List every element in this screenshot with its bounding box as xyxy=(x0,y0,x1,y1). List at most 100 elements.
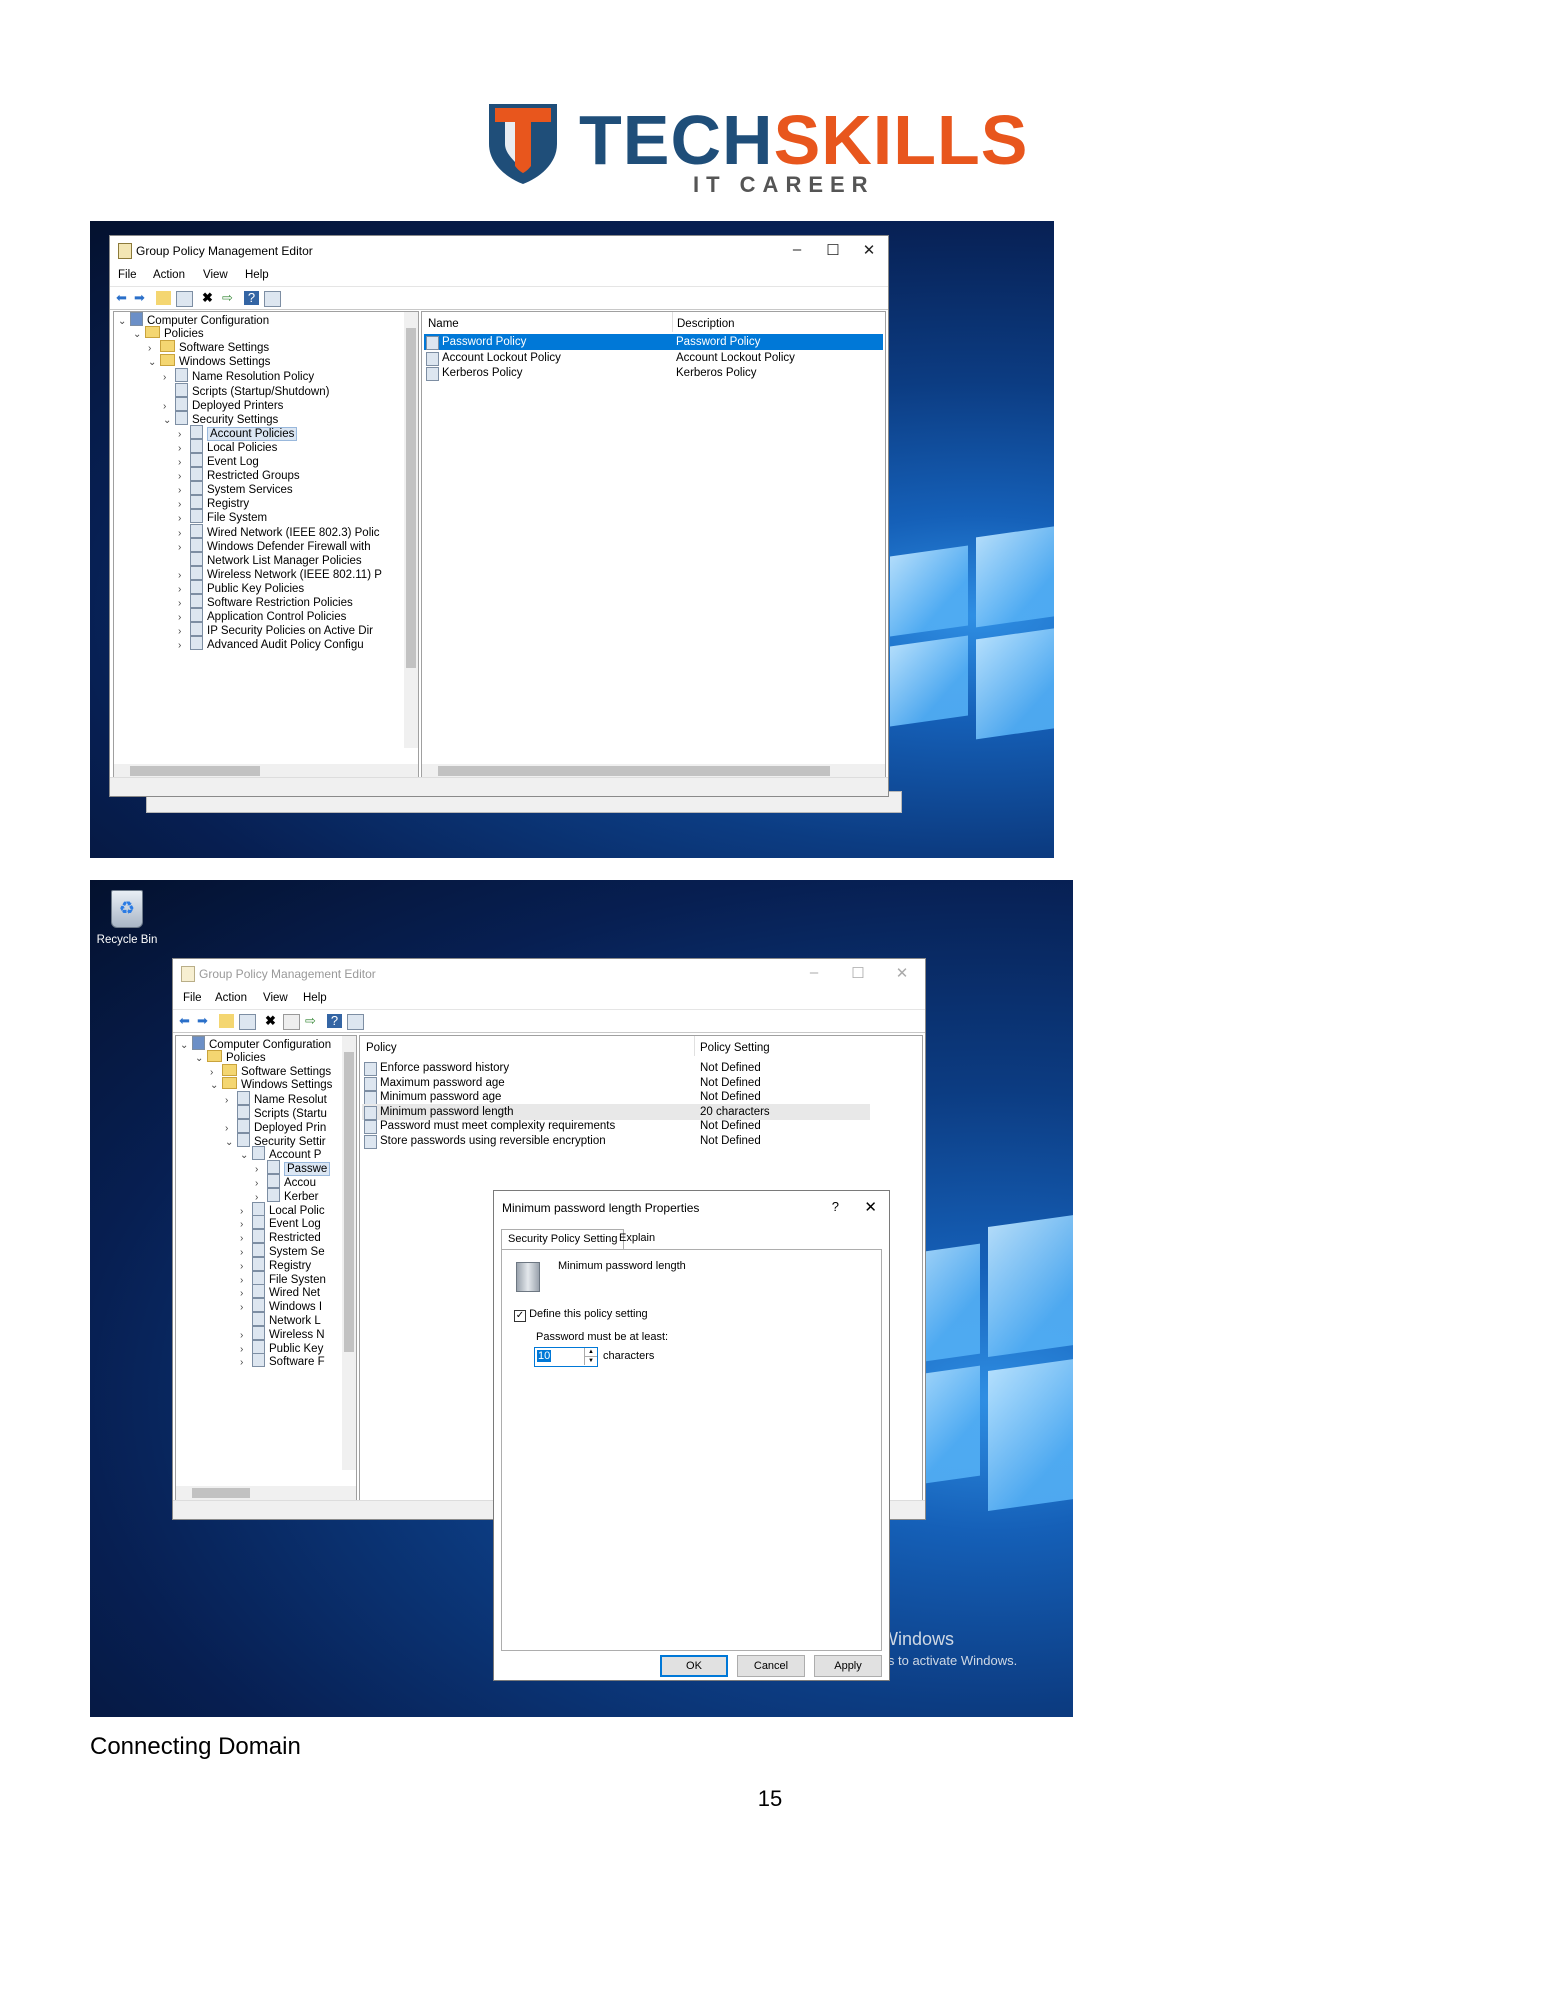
help-icon[interactable]: ? xyxy=(244,291,259,305)
list-horizontal-scrollbar[interactable] xyxy=(422,764,885,778)
define-policy-checkbox-row[interactable]: ✓ Define this policy setting xyxy=(514,1308,648,1322)
close-button[interactable]: ✕ xyxy=(854,241,884,259)
list-row[interactable]: Kerberos Policy Kerberos Policy xyxy=(424,365,883,381)
policy-node-icon xyxy=(190,523,203,538)
minimize-button[interactable]: – xyxy=(799,964,829,981)
menu-file[interactable]: File xyxy=(118,269,137,281)
cancel-button[interactable]: Cancel xyxy=(737,1655,805,1677)
filter-icon[interactable] xyxy=(347,1014,364,1030)
folder-icon xyxy=(160,340,175,353)
back-arrow-icon[interactable]: ⬅ xyxy=(177,1014,192,1028)
desktop-screenshot-1: Group Policy Management Editor – ☐ ✕ Fil… xyxy=(90,221,1054,858)
help-icon[interactable]: ? xyxy=(327,1014,342,1028)
tab-security-policy-setting[interactable]: Security Policy Setting xyxy=(501,1229,625,1249)
tree-expander-icon[interactable]: ⌄ xyxy=(118,314,130,330)
policy-node-icon xyxy=(190,551,203,566)
field-label: Password must be at least: xyxy=(536,1331,669,1343)
tree-expander-icon[interactable]: ⌄ xyxy=(225,1135,237,1151)
policy-item-icon xyxy=(426,367,439,381)
back-arrow-icon[interactable]: ⬅ xyxy=(114,291,129,305)
password-length-value[interactable]: 10 xyxy=(537,1350,552,1362)
policy-node-icon xyxy=(252,1353,265,1368)
forward-arrow-icon[interactable]: ➡ xyxy=(132,291,147,305)
list-row[interactable]: Account Lockout Policy Account Lockout Po… xyxy=(424,350,883,366)
tree-expander-icon[interactable]: ⌄ xyxy=(163,413,175,429)
maximize-button[interactable]: ☐ xyxy=(818,241,848,259)
password-length-spinbox[interactable]: 10 ▲ ▼ xyxy=(534,1347,598,1367)
tree-node[interactable]: › Advanced Audit Policy Configu xyxy=(178,636,364,652)
export-list-icon[interactable]: ⇨ xyxy=(220,291,235,305)
toolbar: ⬅ ➡ ✖ ⇨ ? xyxy=(173,1009,925,1033)
dialog-help-button[interactable]: ? xyxy=(832,1199,839,1214)
tree-expander-icon[interactable]: › xyxy=(240,1355,252,1371)
tree-expander-icon[interactable]: ⌄ xyxy=(240,1148,252,1164)
properties-icon[interactable] xyxy=(264,291,281,307)
spin-up-icon[interactable]: ▲ xyxy=(584,1348,597,1357)
tab-explain[interactable]: Explain xyxy=(613,1229,661,1248)
tree-expander-icon[interactable]: ⌄ xyxy=(133,327,145,343)
tree-horizontal-scrollbar[interactable] xyxy=(114,764,418,778)
menu-view[interactable]: View xyxy=(203,269,228,281)
policy-node-icon xyxy=(267,1174,280,1188)
list-row[interactable]: Password Policy Password Policy xyxy=(424,334,883,350)
caption: Connecting Domain xyxy=(90,1733,301,1760)
computer-icon xyxy=(130,312,143,326)
policy-node-icon xyxy=(252,1229,265,1244)
tree-node-label: Policies xyxy=(164,328,204,341)
column-header-description[interactable]: Description xyxy=(677,318,735,330)
minimize-button[interactable]: – xyxy=(782,241,812,258)
apply-button[interactable]: Apply xyxy=(814,1655,882,1677)
delete-icon[interactable]: ✖ xyxy=(200,291,215,305)
tree-expander-icon[interactable]: ⌄ xyxy=(180,1038,192,1054)
export-list-icon[interactable]: ⇨ xyxy=(303,1014,318,1028)
list-row[interactable]: Store passwords using reversible encrypt… xyxy=(362,1133,870,1149)
policy-node-icon xyxy=(252,1243,265,1257)
spin-down-icon[interactable]: ▼ xyxy=(584,1357,597,1365)
list-cell-name: Account Lockout Policy xyxy=(442,351,561,364)
dialog-close-button[interactable]: ✕ xyxy=(864,1198,877,1216)
menu-help[interactable]: Help xyxy=(245,269,269,281)
close-button[interactable]: ✕ xyxy=(887,964,917,982)
tree-expander-icon[interactable]: › xyxy=(178,638,190,654)
policy-node-icon xyxy=(252,1312,265,1326)
delete-icon[interactable]: ✖ xyxy=(263,1014,278,1028)
policy-node-icon xyxy=(267,1187,280,1202)
tree-expander-icon[interactable]: ⌄ xyxy=(210,1078,222,1094)
define-policy-checkbox[interactable]: ✓ xyxy=(514,1310,526,1322)
menu-file[interactable]: File xyxy=(183,992,202,1004)
windows-logo-icon xyxy=(890,511,1054,781)
show-hide-tree-icon[interactable] xyxy=(176,291,193,307)
tree-expander-icon[interactable]: ⌄ xyxy=(148,355,160,371)
tree-expander-icon[interactable]: ⌄ xyxy=(195,1051,207,1067)
policy-node-icon xyxy=(252,1325,265,1340)
setting-name: Minimum password length xyxy=(558,1260,686,1272)
column-header-policy[interactable]: Policy xyxy=(366,1042,397,1054)
column-header-policy-setting[interactable]: Policy Setting xyxy=(700,1042,770,1054)
tree-vertical-scrollbar[interactable] xyxy=(404,312,418,748)
up-folder-icon[interactable] xyxy=(156,291,171,305)
properties-icon[interactable] xyxy=(283,1014,300,1030)
menu-action[interactable]: Action xyxy=(153,269,185,281)
shield-logo-icon xyxy=(489,104,557,184)
menu-action[interactable]: Action xyxy=(215,992,247,1004)
ok-button[interactable]: OK xyxy=(660,1655,728,1677)
up-folder-icon[interactable] xyxy=(219,1014,234,1028)
menu-help[interactable]: Help xyxy=(303,992,327,1004)
maximize-button[interactable]: ☐ xyxy=(843,964,873,982)
folder-icon xyxy=(222,1077,237,1090)
policy-node-icon xyxy=(190,565,203,580)
tree-horizontal-scrollbar[interactable] xyxy=(176,1486,356,1500)
policy-node-icon xyxy=(190,594,203,608)
forward-arrow-icon[interactable]: ➡ xyxy=(195,1014,210,1028)
menu-view[interactable]: View xyxy=(263,992,288,1004)
min-password-length-dialog: Minimum password length Properties ? ✕ S… xyxy=(493,1190,890,1681)
recycle-bin[interactable]: ♻ Recycle Bin xyxy=(92,890,162,956)
list-pane: Name Description Password Policy Password… xyxy=(421,311,886,779)
tree-node[interactable]: › Software F xyxy=(240,1353,325,1369)
policy-node-icon xyxy=(190,537,203,552)
gpme-window: Group Policy Management Editor – ☐ ✕ Fil… xyxy=(109,235,889,797)
column-header-name[interactable]: Name xyxy=(428,318,459,330)
show-hide-tree-icon[interactable] xyxy=(239,1014,256,1030)
title-bar: Group Policy Management Editor – ☐ ✕ xyxy=(110,236,888,264)
tree-vertical-scrollbar[interactable] xyxy=(342,1036,356,1470)
